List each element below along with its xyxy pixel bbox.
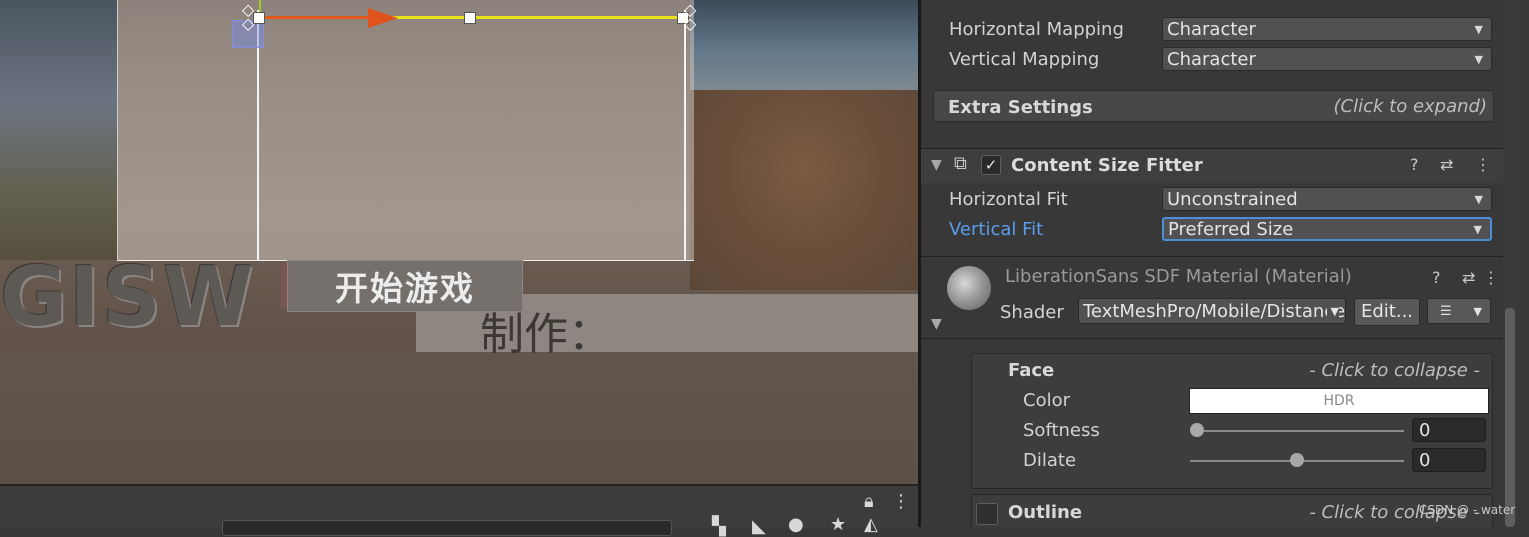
start-game-button[interactable]: 开始游戏: [287, 260, 523, 312]
info-icon[interactable]: ●: [788, 514, 804, 535]
vertical-mapping-row: Vertical Mapping Character ▼: [921, 45, 1505, 75]
face-section: Face - Click to collapse - Color HDR Sof…: [971, 353, 1493, 489]
material-foldout-arrow-icon[interactable]: ▼: [931, 316, 942, 332]
vertical-fit-dropdown[interactable]: Preferred Size ▼: [1162, 217, 1492, 241]
scene-bottom-bar: 🔒︎ ⋮ ▚ ◣ ● ★ ◭: [0, 484, 918, 537]
dilate-input[interactable]: 0: [1412, 448, 1486, 472]
extra-settings-foldout[interactable]: Extra Settings (Click to expand): [933, 90, 1494, 122]
shader-dropdown[interactable]: TextMeshPro/Mobile/Distance Field ▼: [1078, 298, 1346, 324]
preset-icon[interactable]: ⇄: [1440, 155, 1453, 174]
star-icon[interactable]: ★: [830, 514, 846, 535]
help-icon[interactable]: ?: [1410, 155, 1419, 174]
selected-ui-panel[interactable]: [117, 0, 694, 261]
list-icon: ☰: [1440, 304, 1452, 319]
chevron-down-icon: ▼: [1473, 223, 1482, 236]
foldout-arrow-icon[interactable]: ▼: [931, 157, 942, 173]
vertical-mapping-dropdown[interactable]: Character ▼: [1162, 47, 1492, 71]
softness-input[interactable]: 0: [1412, 418, 1486, 442]
scrollbar-thumb[interactable]: [1505, 308, 1515, 527]
terrain-right: [690, 90, 918, 290]
inspector-scrollbar[interactable]: [1503, 0, 1517, 527]
anchor-icon-right-lower[interactable]: ◇: [684, 14, 696, 33]
extra-settings-title: Extra Settings: [948, 97, 1093, 118]
background-logo-text: GISW: [0, 250, 256, 345]
inspector-panel: Horizontal Mapping Character ▼ Vertical …: [921, 0, 1529, 527]
face-color-label: Color: [1023, 390, 1070, 411]
section-separator: [921, 256, 1505, 257]
material-preview-thumbnail[interactable]: [947, 266, 991, 310]
horizontal-fit-value: Unconstrained: [1167, 189, 1298, 210]
preset-icon[interactable]: ⇄: [1462, 268, 1475, 287]
chevron-down-icon: ▼: [1474, 53, 1483, 66]
outline-section[interactable]: Outline - Click to collapse -: [971, 494, 1493, 527]
dilate-slider-knob[interactable]: [1290, 453, 1304, 467]
content-size-fitter-header[interactable]: ▼ ⧉ ✓ Content Size Fitter ? ⇄ ⋮: [921, 148, 1505, 183]
horizontal-fit-row: Horizontal Fit Unconstrained ▼: [921, 185, 1505, 215]
horizontal-mapping-value: Character: [1167, 19, 1256, 40]
shader-list-button[interactable]: ☰ ▼: [1427, 298, 1491, 324]
chevron-down-icon: ▼: [1473, 305, 1482, 318]
content-size-fitter-enabled-checkbox[interactable]: ✓: [981, 155, 1001, 175]
content-size-fitter-title: Content Size Fitter: [1011, 155, 1203, 176]
face-collapse-hint[interactable]: - Click to collapse -: [1309, 360, 1480, 381]
anchor-icon-left-lower[interactable]: ◇: [242, 14, 254, 33]
vertical-fit-value: Preferred Size: [1168, 219, 1294, 240]
horizontal-fit-label: Horizontal Fit: [949, 189, 1068, 210]
softness-label: Softness: [1023, 420, 1100, 441]
chevron-down-icon: ▼: [1474, 193, 1483, 206]
rect-handle-top-left[interactable]: [253, 12, 265, 24]
dilate-label: Dilate: [1023, 450, 1077, 471]
skybox-left: [0, 0, 118, 260]
chevron-down-icon: ▼: [1474, 23, 1483, 36]
face-title[interactable]: Face: [1008, 360, 1054, 381]
x-axis-arrow-shaft[interactable]: [262, 16, 372, 19]
softness-slider-knob[interactable]: [1190, 423, 1204, 437]
skybox-right: [690, 0, 918, 90]
more-options-icon[interactable]: ⋮: [1483, 268, 1499, 287]
lock-icon[interactable]: 🔒︎: [864, 491, 874, 512]
softness-slider-track[interactable]: [1190, 430, 1404, 432]
content-size-fitter-icon: ⧉: [954, 153, 967, 174]
vertical-fit-label: Vertical Fit: [949, 219, 1044, 240]
material-title: LiberationSans SDF Material (Material): [1005, 266, 1352, 287]
outline-title: Outline: [1008, 502, 1083, 523]
outline-enabled-checkbox[interactable]: [976, 503, 998, 525]
rect-handle-top-center[interactable]: [464, 12, 476, 24]
help-icon[interactable]: ?: [1432, 268, 1441, 287]
watermark-text: CSDN @ - water: [1419, 503, 1516, 517]
shader-label: Shader: [1000, 302, 1064, 323]
previous-row-fragment: [921, 0, 1505, 4]
vertical-mapping-value: Character: [1167, 49, 1256, 70]
shader-edit-button[interactable]: Edit...: [1354, 298, 1420, 326]
rect-edge-right: [684, 10, 686, 260]
chevron-down-icon: ▼: [1326, 299, 1339, 323]
scene-view[interactable]: GISW 制作： ◇ ◇ ◇ ◇ 开始游戏: [0, 0, 918, 484]
x-axis-arrow-icon[interactable]: [368, 8, 398, 28]
horizontal-mapping-label: Horizontal Mapping: [949, 19, 1124, 40]
extra-settings-hint: (Click to expand): [1333, 96, 1487, 117]
vertical-mapping-label: Vertical Mapping: [949, 49, 1100, 70]
horizontal-mapping-row: Horizontal Mapping Character ▼: [921, 15, 1505, 45]
more-options-icon[interactable]: ⋮: [892, 491, 910, 512]
section-separator: [921, 338, 1505, 339]
horizontal-mapping-dropdown[interactable]: Character ▼: [1162, 17, 1492, 41]
vertical-fit-row: Vertical Fit Preferred Size ▼: [921, 215, 1505, 245]
more-options-icon[interactable]: ⋮: [1475, 155, 1491, 174]
scene-floor: [0, 352, 918, 484]
search-input[interactable]: [222, 520, 672, 536]
horizontal-fit-dropdown[interactable]: Unconstrained ▼: [1162, 187, 1492, 211]
shader-value: TextMeshPro/Mobile/Distance Field: [1083, 301, 1346, 322]
face-color-field[interactable]: HDR: [1189, 388, 1489, 414]
visibility-icon[interactable]: ◭: [864, 514, 878, 535]
